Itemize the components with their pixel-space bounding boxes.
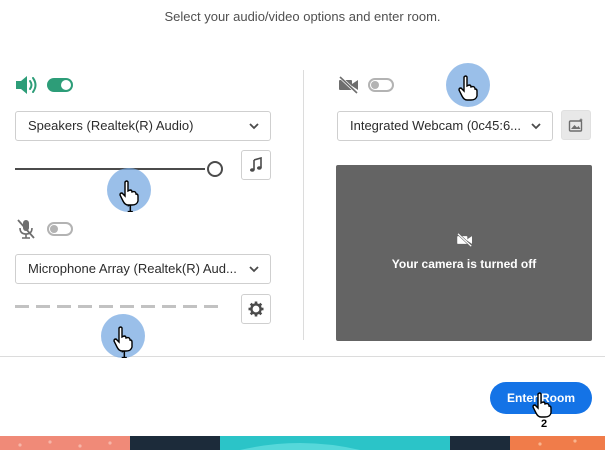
- click-annotation: [446, 63, 490, 107]
- hand-pointer-icon: [119, 180, 139, 206]
- speaker-toggle[interactable]: [47, 78, 73, 92]
- camera-preview: Your camera is turned off: [336, 165, 592, 341]
- column-divider: [303, 70, 304, 340]
- camera-select[interactable]: Integrated Webcam (0c45:6...: [337, 111, 553, 141]
- click-highlight: [101, 314, 145, 358]
- click-highlight: [446, 63, 490, 107]
- speaker-volume-icon: [14, 74, 40, 101]
- camera-select-label: Integrated Webcam (0c45:6...: [350, 118, 522, 133]
- page-instructions: Select your audio/video options and ente…: [164, 9, 441, 24]
- speaker-select[interactable]: Speakers (Realtek(R) Audio): [15, 111, 271, 141]
- decorative-banner: [0, 436, 605, 450]
- step-number: 1: [121, 349, 128, 361]
- mic-select-label: Microphone Array (Realtek(R) Aud...: [28, 261, 237, 276]
- gear-icon: [248, 301, 264, 317]
- mic-toggle[interactable]: [47, 222, 73, 236]
- music-note-icon: [250, 157, 262, 172]
- click-highlight: [107, 168, 151, 212]
- speaker-volume-slider[interactable]: [15, 168, 205, 170]
- click-annotation: 1: [101, 314, 145, 361]
- hand-pointer-icon: [458, 75, 478, 101]
- mic-muted-icon: [16, 218, 36, 245]
- mic-level-meter: [15, 305, 225, 308]
- chevron-down-icon: [249, 266, 259, 273]
- image-effects-icon: [568, 118, 583, 132]
- hand-pointer-icon: [113, 326, 133, 352]
- test-speaker-button[interactable]: [241, 150, 271, 180]
- enter-room-button[interactable]: Enter Room: [490, 382, 592, 414]
- chevron-down-icon: [531, 123, 541, 130]
- step-number: 2: [541, 418, 548, 430]
- camera-toggle[interactable]: [368, 78, 394, 92]
- step-number: 1: [127, 203, 134, 215]
- mic-select[interactable]: Microphone Array (Realtek(R) Aud...: [15, 254, 271, 284]
- camera-off-message: Your camera is turned off: [391, 257, 537, 271]
- footer-divider: [0, 356, 605, 357]
- mic-settings-button[interactable]: [241, 294, 271, 324]
- camera-off-icon: [338, 75, 360, 99]
- speaker-select-label: Speakers (Realtek(R) Audio): [28, 118, 194, 133]
- volume-slider-thumb[interactable]: [207, 161, 223, 177]
- camera-off-icon: [456, 232, 474, 252]
- background-effects-button[interactable]: [561, 110, 591, 140]
- click-annotation: 1: [107, 168, 151, 215]
- chevron-down-icon: [249, 123, 259, 130]
